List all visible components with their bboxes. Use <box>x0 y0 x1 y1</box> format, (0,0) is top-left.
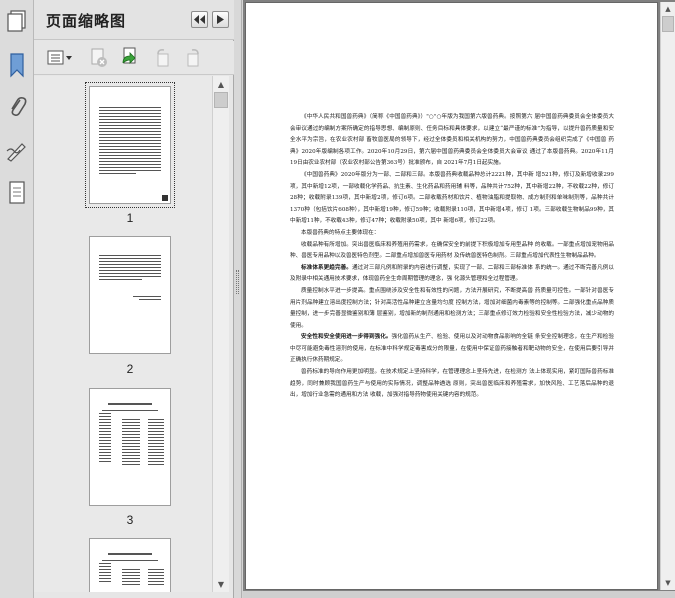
page-thumbnail-1[interactable] <box>85 82 175 208</box>
signature-icon[interactable] <box>3 136 31 166</box>
thumbnail-scrollbar[interactable]: ▲ ▼ <box>212 76 229 592</box>
rotate-right-button[interactable] <box>180 47 206 69</box>
paragraph-7: 安全性和安全使用进一步得到强化。强化兽药从生产、检验、使用以及对动物食品影响的全… <box>290 334 614 364</box>
page-thumbnail-3[interactable] <box>89 388 171 506</box>
scrollbar-thumb[interactable] <box>662 16 674 32</box>
scroll-down-arrow-icon[interactable]: ▼ <box>661 576 675 590</box>
scroll-up-arrow-icon[interactable]: ▲ <box>661 2 675 16</box>
paragraph-4: 收载品种有所增加。突出兽医临床和养殖用药需求，在确保安全的前提下积极增加专用型品… <box>290 241 614 260</box>
insert-page-icon <box>122 47 136 64</box>
page-thumbnail-2[interactable] <box>89 236 171 354</box>
paragraph-lead: 标准体系更趋完善。 <box>301 264 352 271</box>
rotate-left-button[interactable] <box>150 47 176 69</box>
paragraph-3: 本版兽药典的特点主要体现在： <box>301 229 380 236</box>
double-chevron-left-icon <box>194 15 205 24</box>
paragraph-1: 《中华人民共和国兽药典》（简称《中国兽药典》）"○"○年版为我国第六版兽药典。按… <box>290 114 614 167</box>
document-view: 《中华人民共和国兽药典》（简称《中国兽药典》）"○"○年版为我国第六版兽药典。按… <box>243 0 675 598</box>
thumbnail-toolbar <box>34 41 234 75</box>
scrollbar-thumb[interactable] <box>214 92 228 108</box>
collapse-panel-button[interactable] <box>191 11 208 28</box>
attachment-icon[interactable] <box>3 92 31 122</box>
scroll-up-arrow-icon[interactable]: ▲ <box>213 76 229 92</box>
document-text: 《中华人民共和国兽药典》（简称《中国兽药典》）"○"○年版为我国第六版兽药典。按… <box>290 112 614 402</box>
status-strip <box>243 591 675 598</box>
pdf-reader-window: 页面缩略图 1 2 3 ▲ ▼ 《中华人民共和国兽药典》（简称《中国兽药典》）"… <box>0 0 675 598</box>
document-page: 《中华人民共和国兽药典》（简称《中国兽药典》）"○"○年版为我国第六版兽药典。按… <box>245 2 658 590</box>
pages-icon[interactable] <box>3 6 31 36</box>
thumbnail-view-marker[interactable] <box>162 195 168 201</box>
paragraph-2: 《中国兽药典》2020年版分为一部、二部和三部。本版兽药典收载品种总计2221种… <box>290 171 614 225</box>
scroll-down-arrow-icon[interactable]: ▼ <box>213 576 229 592</box>
page-number-3: 3 <box>126 513 134 527</box>
options-menu-button[interactable] <box>46 47 74 69</box>
paragraph-5: 标准体系更趋完善。通过对三部凡例和附录的内容进行调整，实现了一部、二部和三部标准… <box>290 264 614 283</box>
page-thumbnails-panel: 页面缩略图 1 2 3 ▲ ▼ <box>34 0 234 598</box>
splitter-grip-icon[interactable] <box>236 270 239 294</box>
thumbnail-list: 1 2 3 <box>34 76 212 592</box>
page-thumbnail-4[interactable] <box>89 538 171 592</box>
panel-options-button[interactable] <box>212 11 229 28</box>
insert-page-button[interactable] <box>118 47 144 69</box>
delete-page-icon <box>91 48 107 67</box>
rotate-page-icon <box>187 49 199 67</box>
bookmark-icon[interactable] <box>3 50 31 80</box>
page-number-1: 1 <box>126 211 134 225</box>
page-number-2: 2 <box>126 362 134 376</box>
panel-splitter[interactable] <box>234 0 242 598</box>
rotate-page-icon <box>157 49 169 67</box>
delete-page-button[interactable] <box>86 47 112 69</box>
paragraph-8: 兽药标准的导向作用更加明显。在技术规定上坚持科学，在管理理念上坚持先进，在检测方… <box>290 369 614 399</box>
document-scrollbar[interactable]: ▲ ▼ <box>660 2 675 590</box>
panel-title: 页面缩略图 <box>46 12 127 30</box>
paragraph-lead: 安全性和安全使用进一步得到强化。 <box>301 334 392 341</box>
panel-header: 页面缩略图 <box>34 0 234 40</box>
list-options-icon <box>47 50 72 65</box>
chevron-right-icon <box>217 15 224 24</box>
navigation-rail <box>0 0 34 598</box>
paragraph-6: 质量控制水平进一步提高。重点围绕涉及安全性和有效性的问题，方法开展研究，不断提高… <box>290 287 614 329</box>
layers-icon[interactable] <box>3 178 31 208</box>
